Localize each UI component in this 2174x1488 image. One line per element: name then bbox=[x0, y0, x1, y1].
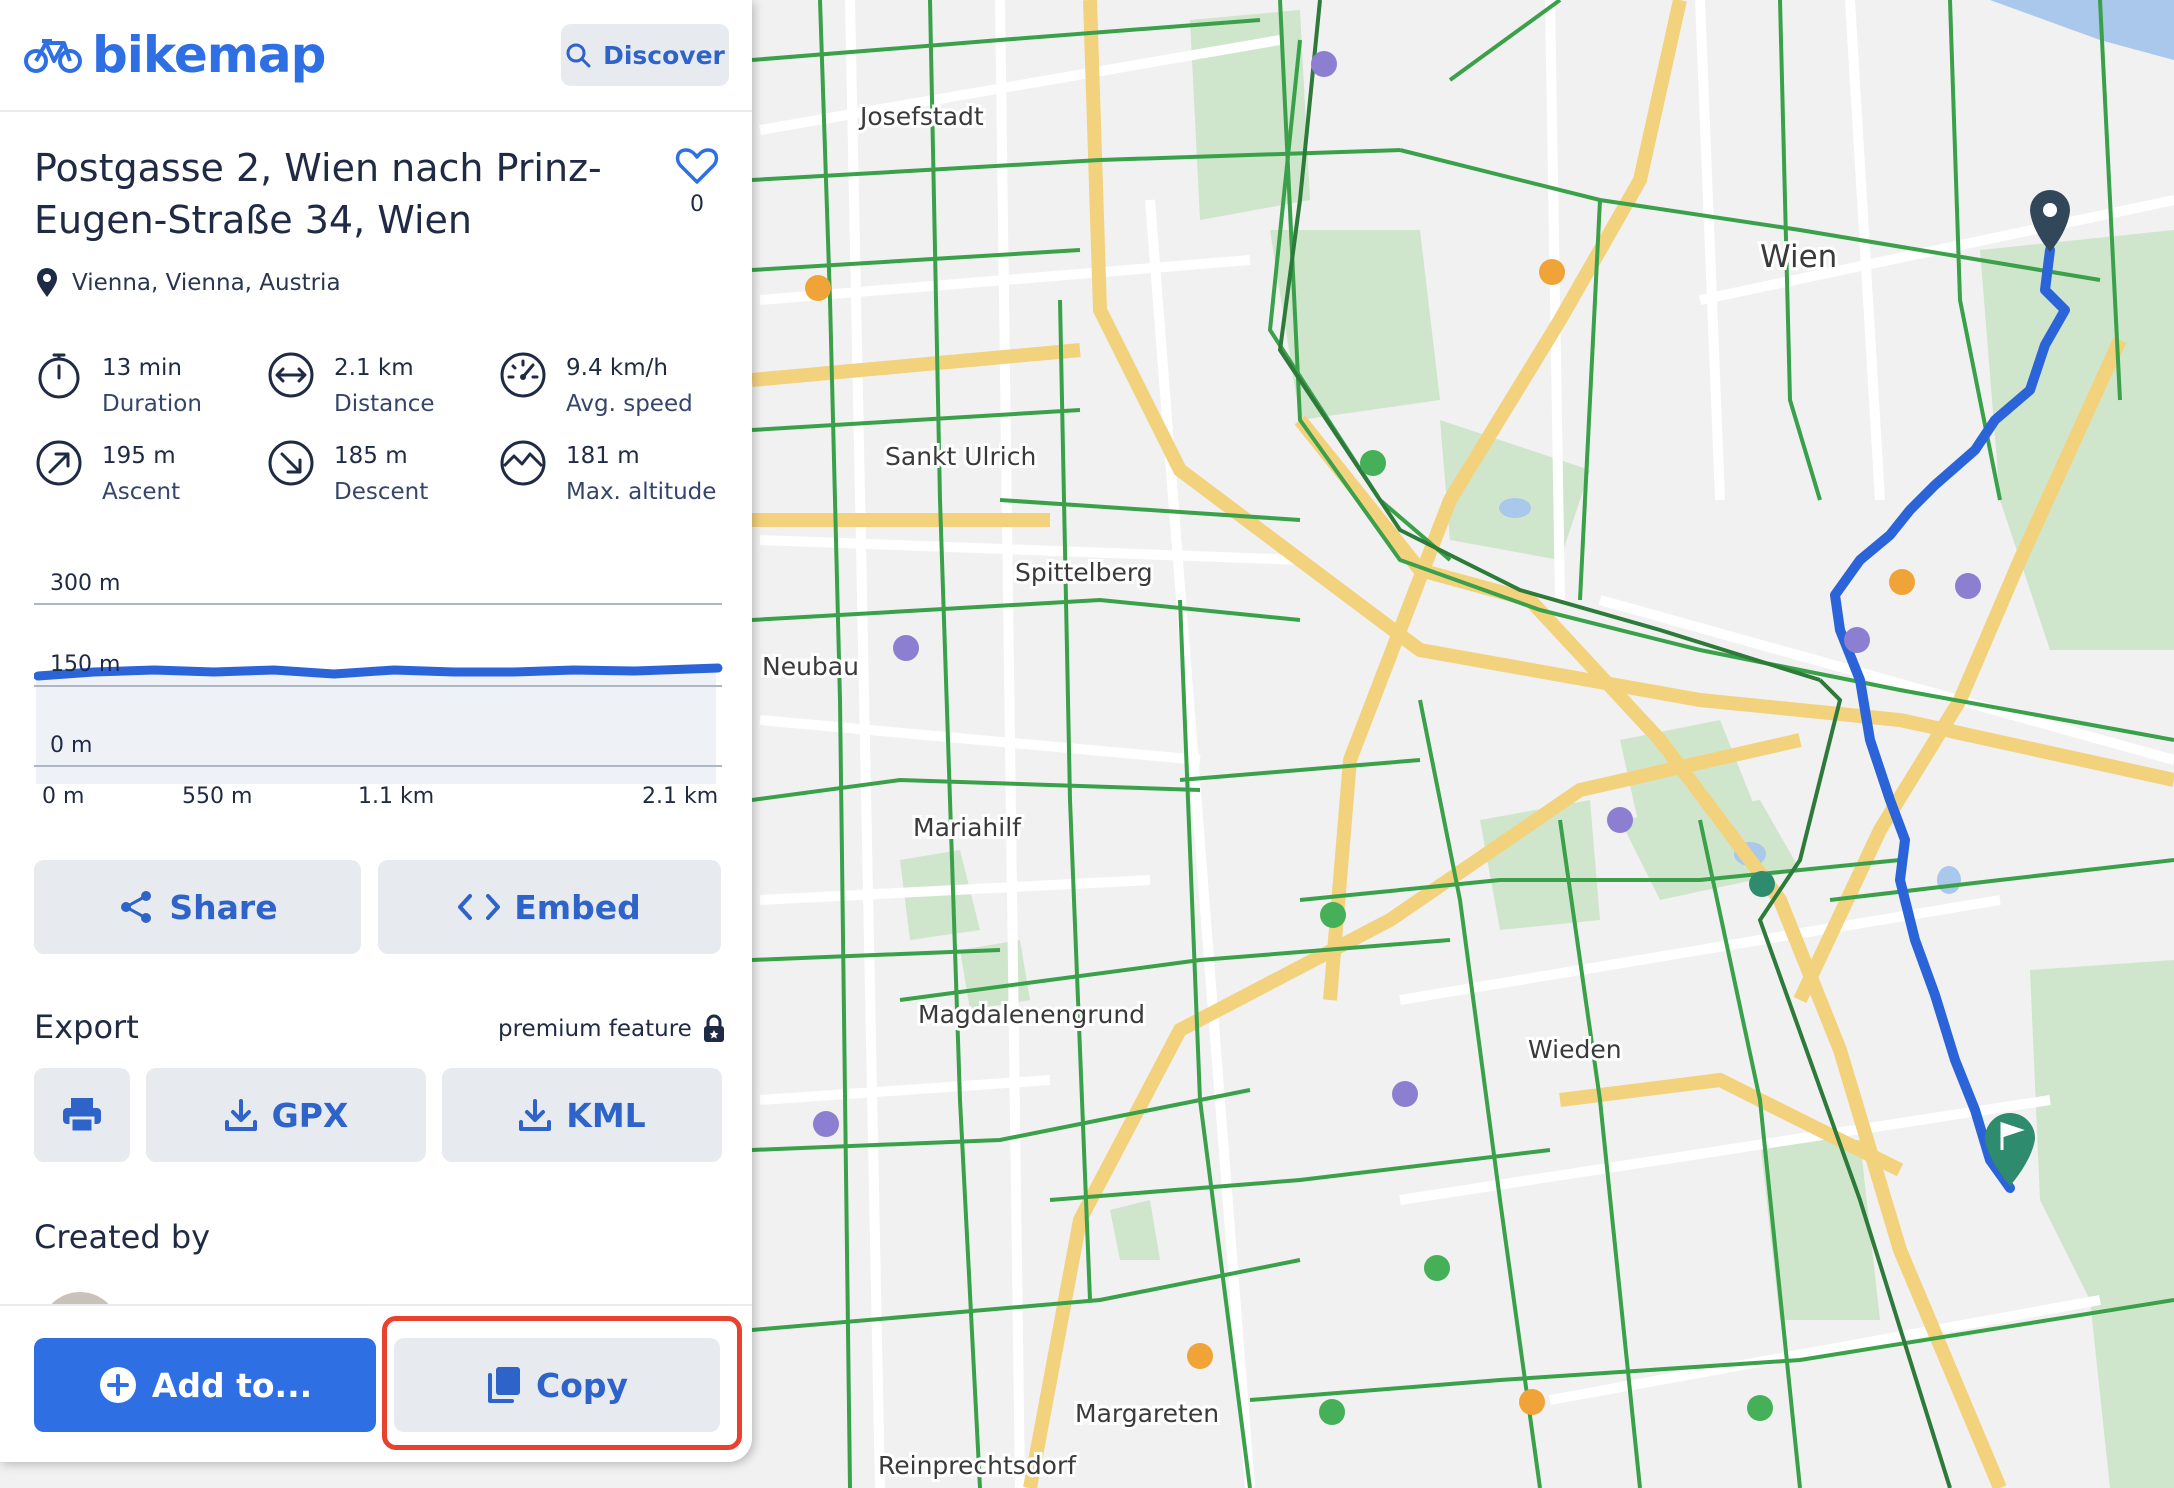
discover-button[interactable]: Discover bbox=[561, 24, 729, 86]
location-text: Vienna, Vienna, Austria bbox=[72, 270, 341, 296]
stat-value: 195 m bbox=[102, 443, 176, 469]
discover-label: Discover bbox=[603, 40, 725, 70]
map-label-magdalenengrund: Magdalenengrund bbox=[918, 1000, 1145, 1029]
download-icon bbox=[519, 1099, 552, 1131]
stat-label: Ascent bbox=[102, 479, 181, 505]
map-label-spittelberg: Spittelberg bbox=[1015, 558, 1153, 587]
distance-arrows-icon bbox=[268, 352, 314, 398]
export-heading: Export bbox=[34, 1008, 139, 1046]
kml-export-button[interactable]: KML bbox=[442, 1068, 722, 1162]
share-button[interactable]: Share bbox=[34, 860, 361, 954]
panel-header: bikemap Discover bbox=[0, 0, 752, 112]
elevation-profile[interactable]: 300 m 150 m 0 m 0 m 550 m 1.1 km 2.1 km bbox=[34, 560, 724, 810]
search-icon bbox=[566, 43, 591, 68]
x-tick-0: 0 m bbox=[42, 784, 84, 809]
lock-icon bbox=[703, 1014, 724, 1042]
stopwatch-icon bbox=[38, 353, 80, 399]
map-label-wien: Wien bbox=[1760, 239, 1837, 275]
stat-label: Max. altitude bbox=[566, 479, 717, 505]
gpx-label: GPX bbox=[271, 1095, 349, 1135]
stat-avg-speed: 9.4 km/h Avg. speed bbox=[498, 350, 693, 422]
copy-highlight-box bbox=[382, 1316, 742, 1450]
embed-label: Embed bbox=[514, 887, 641, 927]
elevation-line bbox=[34, 663, 723, 681]
share-icon bbox=[121, 891, 152, 923]
stat-distance: 2.1 km Distance bbox=[266, 350, 435, 422]
y-tick-150: 150 m bbox=[50, 652, 120, 677]
gpx-export-button[interactable]: GPX bbox=[146, 1068, 426, 1162]
add-to-label: Add to... bbox=[151, 1365, 313, 1405]
share-label: Share bbox=[169, 887, 278, 927]
location-pin-icon bbox=[37, 268, 57, 297]
map-label-sankt-ulrich: Sankt Ulrich bbox=[885, 442, 1036, 471]
code-icon bbox=[458, 894, 501, 920]
embed-button[interactable]: Embed bbox=[378, 860, 721, 954]
stat-label: Descent bbox=[334, 479, 429, 505]
stat-label: Avg. speed bbox=[566, 391, 693, 417]
stat-value: 9.4 km/h bbox=[566, 355, 668, 381]
favorite-control[interactable]: 0 bbox=[672, 146, 722, 217]
premium-label: premium feature bbox=[498, 1016, 692, 1042]
route-title: Postgasse 2, Wien nach Prinz-Eugen-Straß… bbox=[34, 146, 602, 242]
add-to-button[interactable]: Add to... bbox=[34, 1338, 376, 1432]
map-label-mariahilf: Mariahilf bbox=[913, 813, 1022, 842]
descent-arrow-icon bbox=[268, 440, 314, 486]
map-label-reinprechtsdorf: Reinprechtsdorf bbox=[878, 1451, 1077, 1480]
premium-feature-note: premium feature bbox=[498, 1014, 726, 1044]
map-label-wieden: Wieden bbox=[1528, 1035, 1622, 1064]
speedometer-icon bbox=[500, 352, 546, 398]
favorites-count: 0 bbox=[690, 192, 704, 217]
stat-label: Duration bbox=[102, 391, 202, 417]
x-tick-1-1km: 1.1 km bbox=[358, 784, 434, 809]
stat-duration: 13 min Duration bbox=[34, 350, 202, 422]
y-tick-300: 300 m bbox=[50, 571, 120, 596]
logo-text: bikemap bbox=[92, 26, 326, 84]
kml-label: KML bbox=[566, 1095, 646, 1135]
stat-label: Distance bbox=[334, 391, 435, 417]
route-location: Vienna, Vienna, Austria bbox=[36, 268, 341, 298]
stat-max-altitude: 181 m Max. altitude bbox=[498, 438, 716, 510]
bikemap-logo[interactable]: bikemap bbox=[24, 26, 326, 84]
stat-value: 181 m bbox=[566, 443, 640, 469]
stat-descent: 185 m Descent bbox=[266, 438, 428, 510]
download-icon bbox=[224, 1099, 257, 1131]
x-tick-550: 550 m bbox=[182, 784, 252, 809]
printer-icon bbox=[63, 1098, 101, 1134]
route-panel: bikemap Discover Postgasse 2, Wien nach … bbox=[0, 0, 752, 1462]
map-label-margareten: Margareten bbox=[1075, 1399, 1219, 1428]
ascent-arrow-icon bbox=[36, 440, 82, 486]
print-button[interactable] bbox=[34, 1068, 130, 1162]
stat-value: 13 min bbox=[102, 355, 182, 381]
heart-icon bbox=[675, 148, 719, 184]
bicycle-icon bbox=[24, 39, 82, 73]
plus-circle-icon bbox=[99, 1367, 136, 1403]
created-by-heading: Created by bbox=[34, 1218, 211, 1256]
y-tick-0: 0 m bbox=[50, 733, 92, 758]
stat-value: 2.1 km bbox=[334, 355, 414, 381]
stat-value: 185 m bbox=[334, 443, 408, 469]
map-label-josefstadt: Josefstadt bbox=[858, 102, 984, 131]
stat-ascent: 195 m Ascent bbox=[34, 438, 180, 510]
map-label-neubau: Neubau bbox=[762, 652, 859, 681]
mountain-icon bbox=[500, 440, 546, 486]
x-tick-2-1km: 2.1 km bbox=[642, 784, 718, 809]
